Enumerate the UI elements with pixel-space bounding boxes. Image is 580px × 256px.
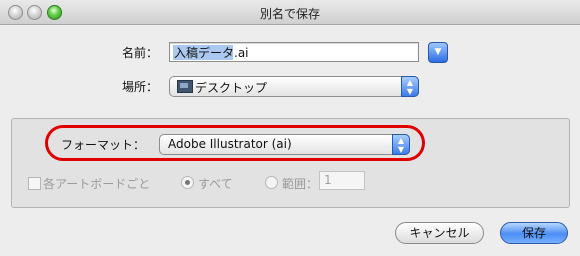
radio-range[interactable] <box>265 176 278 189</box>
location-label: 場所： <box>122 80 159 94</box>
format-popup[interactable]: Adobe Illustrator (ai) ▲ ▼ <box>159 134 410 155</box>
expand-browser-button[interactable]: ▼ <box>428 42 448 63</box>
desktop-folder-icon <box>177 80 193 93</box>
location-popup[interactable]: デスクトップ ▲ ▼ <box>169 76 419 97</box>
artboards-checkbox-label: 各アートボードごと <box>43 177 151 191</box>
title-bar: 別名で保存 <box>0 0 580 25</box>
format-value: Adobe Illustrator (ai) <box>168 137 292 151</box>
radio-range-label: 範囲： <box>282 177 319 191</box>
name-input[interactable]: 入稿データ.ai <box>169 42 419 62</box>
radio-all-label: すべて <box>198 177 233 191</box>
range-input[interactable]: 1 <box>319 171 365 190</box>
format-label: フォーマット： <box>61 138 146 152</box>
radio-all[interactable] <box>181 176 194 189</box>
save-as-dialog: 別名で保存 名前： 入稿データ.ai ▼ 場所： デスクトップ ▲ ▼ フォーマッ… <box>0 0 580 256</box>
artboards-checkbox[interactable] <box>28 177 41 190</box>
save-button[interactable]: 保存 <box>500 222 568 244</box>
name-input-text: 入稿データ.ai <box>174 46 249 60</box>
name-label: 名前： <box>122 46 159 60</box>
popup-arrows-icon: ▲ ▼ <box>392 134 410 155</box>
popup-arrows-icon: ▲ ▼ <box>401 76 419 97</box>
chevron-down-icon: ▼ <box>434 47 442 57</box>
window-title: 別名で保存 <box>259 7 320 21</box>
location-value: デスクトップ <box>195 81 268 95</box>
cancel-button[interactable]: キャンセル <box>395 222 484 244</box>
